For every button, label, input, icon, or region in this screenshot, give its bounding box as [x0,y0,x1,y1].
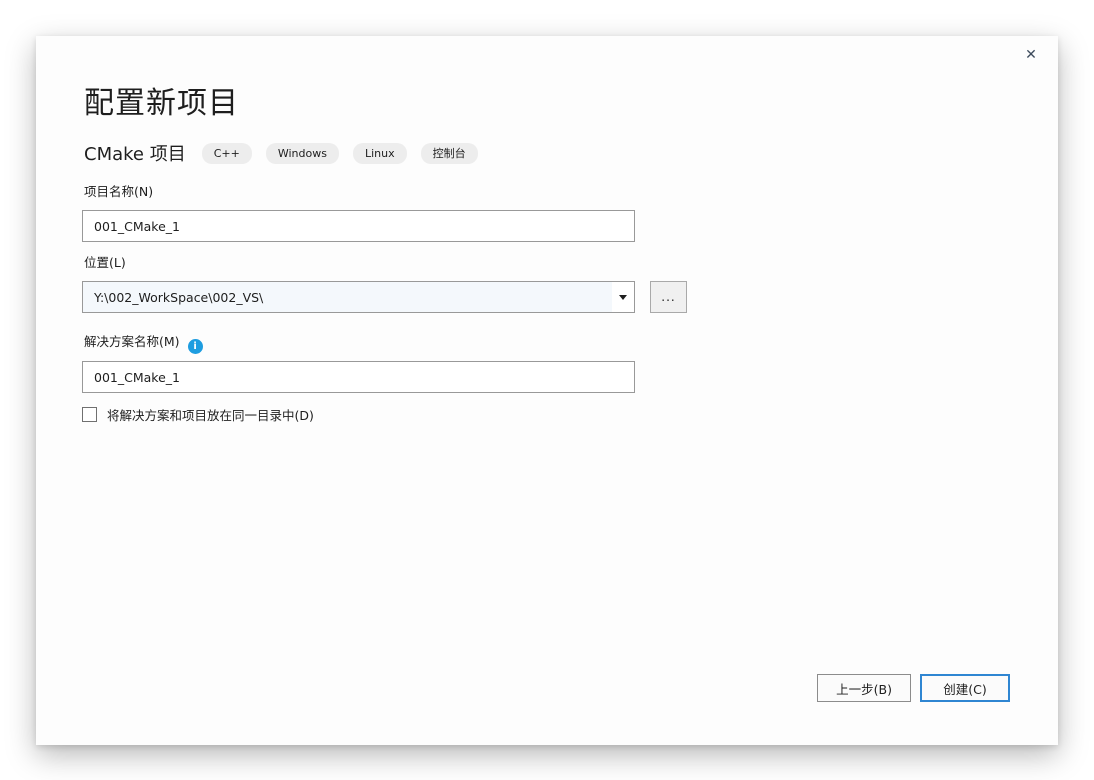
location-value: Y:\002_WorkSpace\002_VS\ [83,282,612,312]
checkbox-label: 将解决方案和项目放在同一目录中(D) [107,405,314,424]
project-name-label: 项目名称(N) [84,181,153,200]
browse-button[interactable]: ... [650,281,687,313]
info-icon: i [188,339,203,354]
page-title: 配置新项目 [84,78,239,122]
chevron-down-icon[interactable] [612,282,634,312]
template-tags: C++ Windows Linux 控制台 [202,143,478,164]
same-directory-checkbox-row[interactable]: 将解决方案和项目放在同一目录中(D) [82,405,314,424]
back-button[interactable]: 上一步(B) [817,674,911,702]
checkbox-unchecked[interactable] [82,407,97,422]
location-combobox[interactable]: Y:\002_WorkSpace\002_VS\ [82,281,635,313]
tag-cpp: C++ [202,143,252,164]
solution-name-input[interactable] [82,361,635,393]
solution-name-label-text: 解决方案名称(M) [84,334,180,349]
configure-project-dialog: ✕ 配置新项目 CMake 项目 C++ Windows Linux 控制台 项… [36,36,1058,745]
tag-linux: Linux [353,143,407,164]
template-header: CMake 项目 C++ Windows Linux 控制台 [84,140,478,166]
template-name: CMake 项目 [84,140,186,166]
tag-windows: Windows [266,143,339,164]
create-button[interactable]: 创建(C) [920,674,1010,702]
tag-console: 控制台 [421,143,478,164]
location-label: 位置(L) [84,252,126,271]
close-icon[interactable]: ✕ [1018,42,1044,68]
solution-name-label: 解决方案名称(M) i [84,331,203,354]
project-name-input[interactable] [82,210,635,242]
footer-buttons: 上一步(B) 创建(C) [817,674,1010,702]
